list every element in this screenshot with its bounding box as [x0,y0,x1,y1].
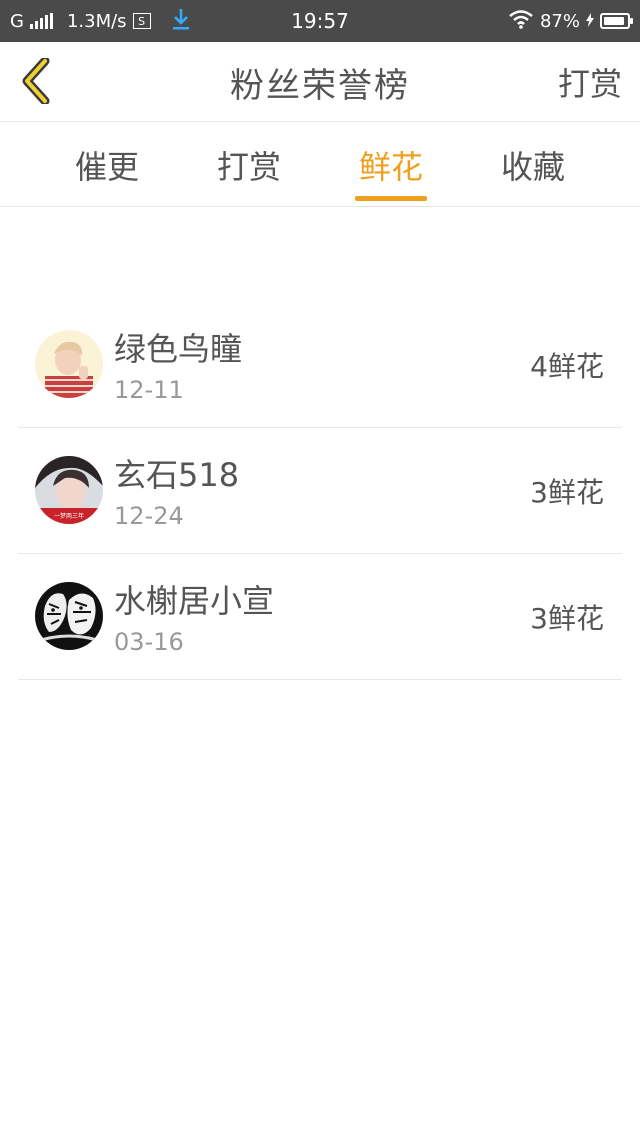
wifi-icon [508,9,534,34]
page-title: 粉丝荣誉榜 [230,65,410,106]
signal-icon [29,13,53,29]
back-button[interactable] [14,56,58,106]
list-item[interactable]: 水榭居小宣 03-16 3鲜花 [18,554,622,680]
flower-count: 4鲜花 [530,350,604,383]
tab-reward[interactable]: 打赏 [194,122,304,207]
network-type: G [10,10,24,32]
fan-list: 绿色鸟瞳 12-11 4鲜花 一梦两三年 玄石518 12-24 3鲜花 水榭居… [18,302,622,680]
clock: 19:57 [291,9,349,33]
tab-label: 催更 [74,147,139,186]
chevron-left-icon [22,58,50,104]
reward-button[interactable]: 打赏 [558,42,622,122]
battery-percent: 87% [539,10,580,32]
avatar[interactable] [35,582,103,650]
fan-name: 绿色鸟瞳 [114,330,243,368]
tab-label: 收藏 [500,147,565,186]
status-bar: G 1.3M/s S 19:57 87% [0,0,640,42]
fan-name: 水榭居小宣 [114,582,275,620]
network-speed: 1.3M/s [66,10,127,32]
charging-icon [586,11,594,32]
fan-date: 03-16 [114,628,184,656]
download-icon [171,7,191,36]
status-left: G 1.3M/s S [10,0,191,42]
avatar[interactable]: 一梦两三年 [35,456,103,524]
tab-flowers[interactable]: 鲜花 [336,122,446,207]
active-tab-indicator [355,196,427,201]
sim-icon: S [132,13,151,29]
flower-count: 3鲜花 [530,476,604,509]
fan-date: 12-11 [114,376,184,404]
list-item[interactable]: 一梦两三年 玄石518 12-24 3鲜花 [18,428,622,554]
tab-favorites[interactable]: 收藏 [478,122,588,207]
tab-label: 打赏 [216,147,281,186]
battery-icon [600,13,633,29]
fan-name: 玄石518 [114,456,240,494]
fan-date: 12-24 [114,502,184,530]
tab-bar: 催更 打赏 鲜花 收藏 [0,122,640,207]
avatar[interactable] [35,330,103,398]
title-bar: 粉丝荣誉榜 打赏 [0,42,640,122]
svg-text:一梦两三年: 一梦两三年 [54,512,84,520]
status-right: 87% [508,0,633,42]
tab-label: 鲜花 [358,147,423,186]
flower-count: 3鲜花 [530,602,604,635]
list-item[interactable]: 绿色鸟瞳 12-11 4鲜花 [18,302,622,428]
tab-urge[interactable]: 催更 [52,122,162,207]
